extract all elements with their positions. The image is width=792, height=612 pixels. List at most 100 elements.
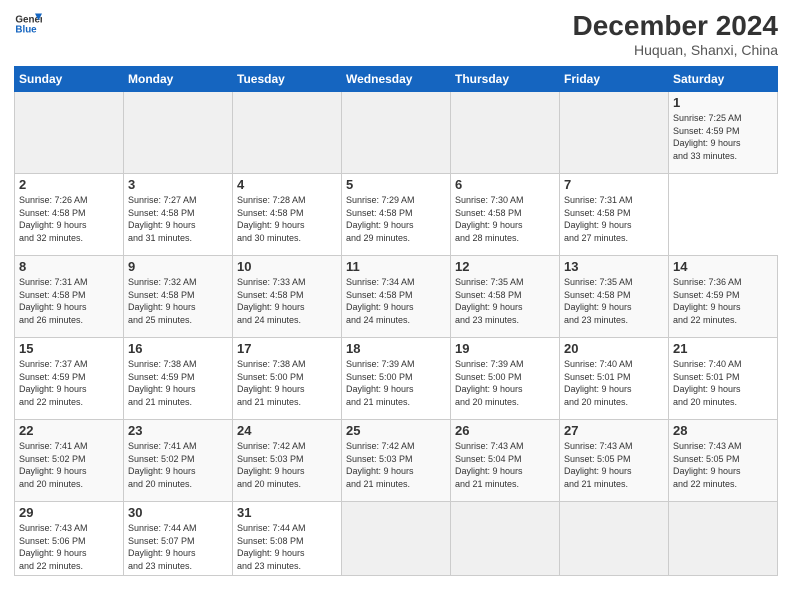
table-row <box>451 92 560 174</box>
day-info: Sunrise: 7:31 AM Sunset: 4:58 PM Dayligh… <box>19 276 119 326</box>
day-info: Sunrise: 7:27 AM Sunset: 4:58 PM Dayligh… <box>128 194 228 244</box>
table-row: 15 Sunrise: 7:37 AM Sunset: 4:59 PM Dayli… <box>15 338 124 420</box>
table-row: 11 Sunrise: 7:34 AM Sunset: 4:58 PM Dayli… <box>342 256 451 338</box>
day-info: Sunrise: 7:32 AM Sunset: 4:58 PM Dayligh… <box>128 276 228 326</box>
table-row: 19Sunrise: 7:39 AM Sunset: 5:00 PM Dayli… <box>451 338 560 420</box>
day-number: 31 <box>237 505 337 520</box>
day-number: 7 <box>564 177 664 192</box>
calendar-table: Sunday Monday Tuesday Wednesday Thursday… <box>14 66 778 576</box>
day-info: Sunrise: 7:30 AM Sunset: 4:58 PM Dayligh… <box>455 194 555 244</box>
table-row: 7 Sunrise: 7:31 AM Sunset: 4:58 PM Daylig… <box>560 174 669 256</box>
table-row: 31 Sunrise: 7:44 AM Sunset: 5:08 PM Dayli… <box>233 502 342 576</box>
header-thursday: Thursday <box>451 67 560 92</box>
table-row: 24Sunrise: 7:42 AM Sunset: 5:03 PM Dayli… <box>233 420 342 502</box>
day-number: 10 <box>237 259 337 274</box>
day-info: Sunrise: 7:43 AM Sunset: 5:04 PM Dayligh… <box>455 440 555 490</box>
day-info: Sunrise: 7:40 AM Sunset: 5:01 PM Dayligh… <box>673 358 773 408</box>
day-number: 21 <box>673 341 773 356</box>
table-row: 8 Sunrise: 7:31 AM Sunset: 4:58 PM Daylig… <box>15 256 124 338</box>
day-number: 11 <box>346 259 446 274</box>
table-row: 21 Sunrise: 7:40 AM Sunset: 5:01 PM Dayli… <box>669 338 778 420</box>
header-monday: Monday <box>124 67 233 92</box>
header-wednesday: Wednesday <box>342 67 451 92</box>
day-number: 15 <box>19 341 119 356</box>
table-row <box>560 92 669 174</box>
day-number: 9 <box>128 259 228 274</box>
day-number: 17 <box>237 341 337 356</box>
day-info: Sunrise: 7:25 AM Sunset: 4:59 PM Dayligh… <box>673 112 773 162</box>
day-number: 3 <box>128 177 228 192</box>
header-friday: Friday <box>560 67 669 92</box>
day-number: 4 <box>237 177 337 192</box>
day-info: Sunrise: 7:31 AM Sunset: 4:58 PM Dayligh… <box>564 194 664 244</box>
table-row: 4 Sunrise: 7:28 AM Sunset: 4:58 PM Daylig… <box>233 174 342 256</box>
day-info: Sunrise: 7:38 AM Sunset: 5:00 PM Dayligh… <box>237 358 337 408</box>
day-info: Sunrise: 7:42 AM Sunset: 5:03 PM Dayligh… <box>237 440 337 490</box>
table-row: 25 Sunrise: 7:42 AM Sunset: 5:03 PM Dayli… <box>342 420 451 502</box>
table-row: 14Sunrise: 7:36 AM Sunset: 4:59 PM Dayli… <box>669 256 778 338</box>
day-number: 23 <box>128 423 228 438</box>
day-info: Sunrise: 7:39 AM Sunset: 5:00 PM Dayligh… <box>346 358 446 408</box>
table-row: 29 Sunrise: 7:43 AM Sunset: 5:06 PM Dayli… <box>15 502 124 576</box>
table-row <box>15 92 124 174</box>
logo: General Blue <box>14 10 42 38</box>
table-row <box>342 92 451 174</box>
table-row: 20 Sunrise: 7:40 AM Sunset: 5:01 PM Dayli… <box>560 338 669 420</box>
table-row: 30Sunrise: 7:44 AM Sunset: 5:07 PM Dayli… <box>124 502 233 576</box>
day-info: Sunrise: 7:43 AM Sunset: 5:06 PM Dayligh… <box>19 522 119 572</box>
day-number: 20 <box>564 341 664 356</box>
table-row: 10Sunrise: 7:33 AM Sunset: 4:58 PM Dayli… <box>233 256 342 338</box>
table-row: 5 Sunrise: 7:29 AM Sunset: 4:58 PM Daylig… <box>342 174 451 256</box>
day-info: Sunrise: 7:36 AM Sunset: 4:59 PM Dayligh… <box>673 276 773 326</box>
day-info: Sunrise: 7:38 AM Sunset: 4:59 PM Dayligh… <box>128 358 228 408</box>
table-row: 9 Sunrise: 7:32 AM Sunset: 4:58 PM Daylig… <box>124 256 233 338</box>
day-info: Sunrise: 7:42 AM Sunset: 5:03 PM Dayligh… <box>346 440 446 490</box>
table-row: 16Sunrise: 7:38 AM Sunset: 4:59 PM Dayli… <box>124 338 233 420</box>
day-info: Sunrise: 7:37 AM Sunset: 4:59 PM Dayligh… <box>19 358 119 408</box>
day-number: 25 <box>346 423 446 438</box>
title-block: December 2024 Huquan, Shanxi, China <box>573 10 778 58</box>
day-number: 29 <box>19 505 119 520</box>
day-number: 6 <box>455 177 555 192</box>
day-number: 1 <box>673 95 773 110</box>
day-number: 2 <box>19 177 119 192</box>
svg-text:Blue: Blue <box>15 24 37 35</box>
table-row: 28Sunrise: 7:43 AM Sunset: 5:05 PM Dayli… <box>669 420 778 502</box>
day-info: Sunrise: 7:40 AM Sunset: 5:01 PM Dayligh… <box>564 358 664 408</box>
day-info: Sunrise: 7:41 AM Sunset: 5:02 PM Dayligh… <box>128 440 228 490</box>
day-info: Sunrise: 7:43 AM Sunset: 5:05 PM Dayligh… <box>673 440 773 490</box>
day-number: 12 <box>455 259 555 274</box>
day-number: 30 <box>128 505 228 520</box>
table-row: 26 Sunrise: 7:43 AM Sunset: 5:04 PM Dayli… <box>451 420 560 502</box>
day-info: Sunrise: 7:34 AM Sunset: 4:58 PM Dayligh… <box>346 276 446 326</box>
day-number: 18 <box>346 341 446 356</box>
month-title: December 2024 <box>573 10 778 42</box>
header-tuesday: Tuesday <box>233 67 342 92</box>
table-row <box>233 92 342 174</box>
table-row <box>342 502 451 576</box>
table-row: 1 Sunrise: 7:25 AM Sunset: 4:59 PM Daylig… <box>669 92 778 174</box>
day-info: Sunrise: 7:29 AM Sunset: 4:58 PM Dayligh… <box>346 194 446 244</box>
day-info: Sunrise: 7:43 AM Sunset: 5:05 PM Dayligh… <box>564 440 664 490</box>
day-number: 26 <box>455 423 555 438</box>
day-info: Sunrise: 7:35 AM Sunset: 4:58 PM Dayligh… <box>455 276 555 326</box>
table-row: 17 Sunrise: 7:38 AM Sunset: 5:00 PM Dayli… <box>233 338 342 420</box>
table-row: 22Sunrise: 7:41 AM Sunset: 5:02 PM Dayli… <box>15 420 124 502</box>
table-row: 12 Sunrise: 7:35 AM Sunset: 4:58 PM Dayli… <box>451 256 560 338</box>
day-number: 5 <box>346 177 446 192</box>
day-number: 8 <box>19 259 119 274</box>
day-info: Sunrise: 7:39 AM Sunset: 5:00 PM Dayligh… <box>455 358 555 408</box>
table-row <box>124 92 233 174</box>
table-row <box>451 502 560 576</box>
day-info: Sunrise: 7:44 AM Sunset: 5:08 PM Dayligh… <box>237 522 337 572</box>
table-row: 18 Sunrise: 7:39 AM Sunset: 5:00 PM Dayli… <box>342 338 451 420</box>
table-row: 6 Sunrise: 7:30 AM Sunset: 4:58 PM Daylig… <box>451 174 560 256</box>
table-row: 27Sunrise: 7:43 AM Sunset: 5:05 PM Dayli… <box>560 420 669 502</box>
table-row: 13Sunrise: 7:35 AM Sunset: 4:58 PM Dayli… <box>560 256 669 338</box>
day-info: Sunrise: 7:26 AM Sunset: 4:58 PM Dayligh… <box>19 194 119 244</box>
day-info: Sunrise: 7:35 AM Sunset: 4:58 PM Dayligh… <box>564 276 664 326</box>
page-header: General Blue December 2024 Huquan, Shanx… <box>14 10 778 58</box>
day-info: Sunrise: 7:28 AM Sunset: 4:58 PM Dayligh… <box>237 194 337 244</box>
table-row <box>560 502 669 576</box>
table-row: 3 Sunrise: 7:27 AM Sunset: 4:58 PM Daylig… <box>124 174 233 256</box>
